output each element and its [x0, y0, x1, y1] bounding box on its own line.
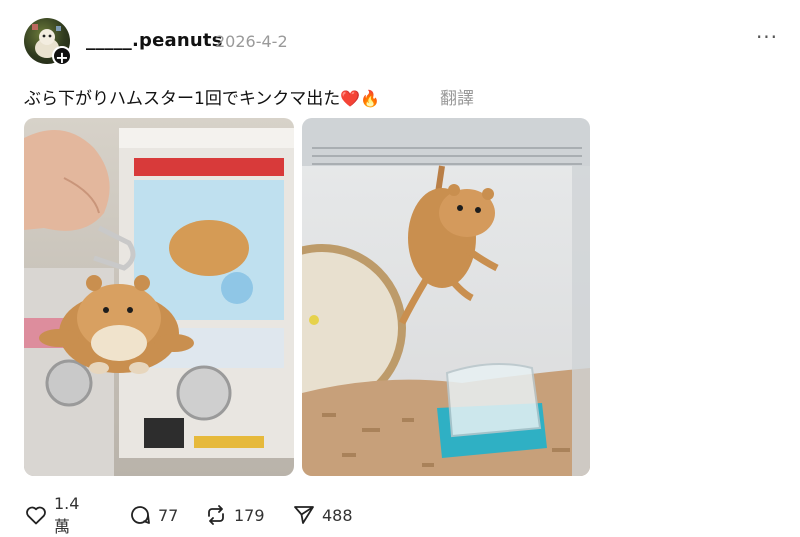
- like-button[interactable]: 1.4 萬: [24, 494, 79, 536]
- more-options-icon[interactable]: ···: [752, 26, 782, 52]
- heart-icon: [24, 503, 48, 527]
- comment-button[interactable]: 77: [128, 500, 178, 530]
- send-icon: [292, 503, 316, 527]
- follow-plus-icon[interactable]: +: [52, 46, 72, 67]
- repost-count: 179: [234, 505, 265, 525]
- caption-emojis: ❤️🔥: [340, 89, 381, 108]
- threads-post: + _____.peanuts 2026-4-2 ··· ぶら下がりハムスター1…: [0, 0, 800, 536]
- post-image-keychain[interactable]: [24, 118, 294, 476]
- post-timestamp[interactable]: 2026-4-2: [215, 32, 288, 51]
- post-caption: ぶら下がりハムスター1回でキンクマ出た❤️🔥: [24, 84, 380, 109]
- share-button[interactable]: 488: [292, 500, 353, 530]
- comment-bubble-icon: [128, 503, 152, 527]
- caption-text: ぶら下がりハムスター1回でキンクマ出た: [24, 89, 341, 109]
- avatar-container[interactable]: +: [24, 18, 72, 67]
- repost-icon: [204, 503, 228, 527]
- comment-count: 77: [158, 505, 179, 525]
- username[interactable]: _____.peanuts: [86, 30, 223, 51]
- share-count: 488: [322, 505, 353, 525]
- translate-link[interactable]: 翻譯: [440, 84, 474, 109]
- like-count: 1.4 萬: [54, 493, 80, 536]
- repost-button[interactable]: 179: [204, 500, 265, 530]
- post-image-hamster-cage[interactable]: [302, 118, 590, 476]
